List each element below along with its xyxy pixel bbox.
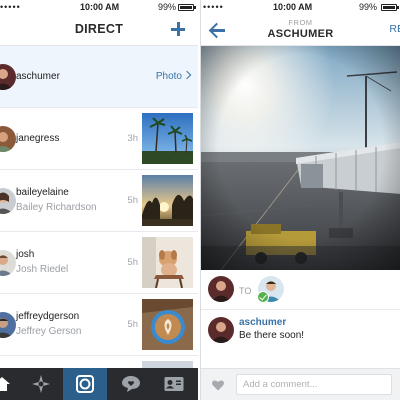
plus-icon[interactable]	[168, 18, 188, 40]
thread-row[interactable]: josh Josh Riedel 5h	[0, 232, 198, 294]
inbox-header: DIRECT	[0, 14, 198, 46]
thread-row[interactable]: jeffreydgerson Jeffrey Gerson 5h	[0, 294, 198, 356]
message-comment: aschumer Be there soon!	[201, 312, 400, 358]
status-bar: ••••• 10:00 AM 99%	[0, 0, 198, 14]
avatar	[0, 126, 16, 152]
thread-fullname: Bailey Richardson	[16, 202, 97, 213]
thread-username: josh	[16, 249, 35, 260]
status-time: 10:00 AM	[273, 2, 313, 12]
tab-activity[interactable]	[111, 368, 150, 400]
tab-explore[interactable]	[21, 368, 60, 400]
signal-strength: •••••	[203, 2, 224, 12]
thread-username: baileyelaine	[16, 187, 69, 198]
thread-age: 3h	[127, 133, 138, 144]
thread-age: 5h	[127, 257, 138, 268]
explore-star-icon	[31, 375, 50, 393]
sunset-trees-photo[interactable]	[142, 175, 193, 226]
thread-age: 5h	[127, 319, 138, 330]
avatar[interactable]	[208, 317, 234, 343]
thread-row[interactable]: janegress 3h	[0, 108, 198, 170]
sender-name: ASCHUMER	[267, 28, 334, 40]
avatar	[0, 312, 16, 338]
from-label: FROM	[288, 18, 313, 27]
tab-profile[interactable]	[154, 368, 193, 400]
avatar	[0, 64, 16, 90]
view-photo-link[interactable]: Photo	[155, 70, 192, 82]
tab-bar	[0, 368, 198, 400]
dog-on-chair-photo[interactable]	[142, 237, 193, 288]
comment-bar	[201, 368, 400, 400]
tab-home[interactable]	[0, 368, 21, 400]
signal-strength: •••••	[0, 2, 21, 12]
chevron-right-icon	[182, 70, 192, 80]
heart-icon[interactable]	[212, 380, 224, 391]
thread-fullname: Josh Riedel	[16, 264, 69, 275]
recipients-row: TO	[201, 272, 400, 310]
status-bar: ••••• 10:00 AM 99%	[201, 0, 400, 14]
message-author[interactable]: aschumer	[239, 317, 286, 328]
direct-inbox-pane: ••••• 10:00 AM 99% DIRECT aschumer Photo…	[0, 0, 198, 400]
thread-row[interactable]: aschumer Photo	[0, 46, 198, 108]
battery-icon	[178, 4, 196, 11]
message-text: Be there soon!	[239, 330, 305, 341]
avatar	[0, 188, 16, 214]
thread-username: jeffreydgerson	[16, 311, 80, 322]
view-photo-label: Photo	[155, 71, 182, 82]
thread-row[interactable]: baileyelaine Bailey Richardson 5h	[0, 170, 198, 232]
sender-avatar[interactable]	[208, 276, 234, 302]
battery-percent: 99%	[359, 2, 378, 12]
thread-fullname: Jeffrey Gerson	[16, 326, 82, 337]
camera-icon	[76, 375, 94, 393]
detail-header: FROM ASCHUMER RE	[201, 14, 400, 46]
activity-bubble-icon	[121, 376, 140, 392]
status-time: 10:00 AM	[80, 2, 120, 12]
battery-icon	[381, 4, 399, 11]
avatar	[0, 250, 16, 276]
home-icon	[0, 377, 10, 391]
battery-percent: 99%	[158, 2, 177, 12]
thread-username: janegress	[16, 133, 60, 144]
reply-button[interactable]: RE	[389, 23, 400, 35]
thread-age: 5h	[127, 195, 138, 206]
tab-camera[interactable]	[63, 368, 107, 400]
latte-art-photo[interactable]	[142, 299, 193, 350]
message-detail-pane: ••••• 10:00 AM 99% FROM ASCHUMER RE	[200, 0, 400, 400]
palm-trees-photo[interactable]	[142, 113, 193, 164]
thread-username: aschumer	[16, 71, 60, 82]
seen-check-icon	[257, 291, 269, 303]
profile-card-icon	[164, 377, 183, 391]
comment-input[interactable]	[236, 374, 392, 395]
shared-photo[interactable]	[201, 46, 400, 270]
to-label: TO	[239, 286, 252, 296]
